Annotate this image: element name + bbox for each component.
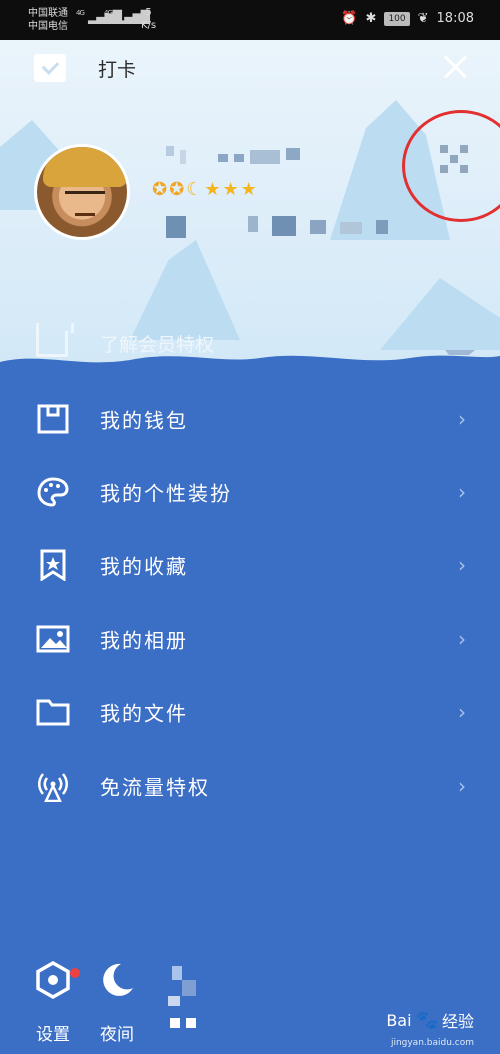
menu-item-favorites[interactable]: 我的收藏 › — [0, 529, 500, 602]
chevron-right-icon: › — [458, 553, 466, 578]
avatar-eyes — [65, 191, 105, 197]
pixel-block — [172, 966, 182, 980]
menu-label: 我的文件 — [100, 701, 188, 726]
menu-item-files[interactable]: 我的文件 › — [0, 676, 500, 749]
wallet-icon — [37, 404, 69, 434]
leaf-icon: ❦ — [417, 11, 429, 26]
iceberg-shape — [130, 240, 240, 340]
pixel-block — [186, 1018, 196, 1028]
avatar-mouth — [75, 213, 95, 216]
status-right: ⏰ ✱ 100 ❦ 18:08 — [341, 11, 474, 26]
crown-badge-icon: ✪ — [169, 179, 185, 200]
carrier-labels: 中国联通 中国电信 — [28, 7, 68, 33]
punch-in-button[interactable]: 打卡 — [34, 54, 136, 82]
carrier-2: 中国电信 — [28, 21, 68, 32]
pixel-block — [376, 220, 388, 234]
chevron-right-icon: › — [458, 626, 466, 651]
night-mode-label: 夜间 — [100, 1025, 134, 1045]
pixel-block — [272, 216, 296, 236]
settings-button[interactable]: 设置 — [28, 960, 80, 1045]
chevron-right-icon: › — [458, 700, 466, 725]
pixel-block — [310, 220, 326, 234]
crown-badge-icon: ✪ — [152, 179, 168, 200]
watermark-text: Bai — [386, 1010, 412, 1030]
menu-label: 我的钱包 — [100, 408, 188, 433]
menu-item-free-data[interactable]: 免流量特权 › — [0, 749, 500, 822]
speed-value: 5 — [145, 7, 152, 18]
bluetooth-icon: ✱ — [365, 11, 377, 26]
pixel-block — [248, 216, 258, 232]
photo-icon — [36, 625, 70, 653]
star-badge-icon: ★ — [240, 179, 257, 200]
profile-header: 打卡 ✪ ✪ ☾ ★ ★ ★ 了解会员特权 — [0, 40, 500, 370]
pixel-block — [180, 150, 186, 164]
network-speed: 5 K/s — [141, 6, 156, 32]
menu-label: 我的个性装扮 — [100, 481, 232, 506]
bookmark-star-icon — [40, 549, 66, 582]
battery-indicator: 100 — [384, 11, 410, 26]
watermark-text-2: 经验 — [441, 1012, 474, 1031]
pixel-block — [250, 150, 280, 164]
close-icon[interactable] — [442, 54, 468, 80]
pixel-block — [234, 154, 244, 162]
star-badge-icon: ★ — [222, 179, 239, 200]
level-badges[interactable]: ✪ ✪ ☾ ★ ★ ★ — [152, 180, 257, 200]
menu-item-personalization[interactable]: 我的个性装扮 › — [0, 455, 500, 528]
chevron-right-icon: › — [458, 480, 466, 505]
carrier-1: 中国联通 — [28, 8, 68, 19]
baidu-watermark: Bai 🐾 经验 jingyan.baidu.com — [386, 1008, 474, 1049]
avatar[interactable] — [34, 144, 130, 240]
menu-label: 免流量特权 — [100, 775, 210, 800]
pixel-block — [166, 146, 174, 156]
wave-divider — [0, 350, 500, 380]
night-mode-button[interactable]: 夜间 — [92, 960, 142, 1045]
pixel-block — [218, 154, 228, 162]
signal-tower-icon — [38, 772, 68, 802]
folder-icon — [36, 699, 70, 726]
settings-hex-icon — [36, 960, 70, 1000]
pixel-block — [340, 222, 362, 234]
network-type-2: 4G — [104, 9, 113, 17]
pixel-block — [168, 996, 180, 1006]
clock: 18:08 — [436, 11, 474, 26]
menu-label: 我的收藏 — [100, 554, 188, 579]
settings-label: 设置 — [36, 1025, 70, 1045]
paw-icon: 🐾 — [415, 1009, 438, 1031]
network-type-1: 4G — [76, 9, 85, 17]
chevron-right-icon: › — [458, 773, 466, 798]
nickname-pixelated[interactable] — [166, 144, 300, 164]
signature-pixelated[interactable] — [166, 216, 388, 238]
bottom-bar: 设置 夜间 Bai 🐾 经验 jingyan.baidu.com — [0, 950, 500, 1054]
punch-in-label: 打卡 — [98, 58, 137, 81]
avatar-hair — [43, 147, 127, 187]
side-menu: 我的钱包 › 我的个性装扮 › 我的收藏 › 我的相册 › 我的文件 › 免流量… — [0, 382, 500, 822]
menu-item-wallet[interactable]: 我的钱包 › — [0, 382, 500, 455]
palette-icon — [37, 477, 69, 507]
calendar-check-icon — [34, 54, 66, 82]
notification-dot — [70, 968, 80, 978]
star-badge-icon: ★ — [204, 179, 221, 200]
moon-icon — [103, 963, 133, 996]
pixel-block — [182, 980, 196, 996]
pixel-block — [286, 148, 300, 160]
chevron-right-icon: › — [458, 406, 466, 431]
menu-item-album[interactable]: 我的相册 › — [0, 602, 500, 675]
pixel-block — [170, 1018, 180, 1028]
iceberg-shape — [380, 278, 500, 350]
alarm-icon: ⏰ — [341, 11, 358, 26]
menu-label: 我的相册 — [100, 628, 188, 653]
moon-badge-icon: ☾ — [186, 179, 203, 200]
pixel-block — [166, 216, 186, 238]
watermark-url: jingyan.baidu.com — [390, 1038, 474, 1048]
pixelated-weather[interactable] — [168, 966, 198, 1030]
status-bar: 中国联通 中国电信 4G ▂▄▆█ 4G ▂▄▆█ 5 K/s ⏰ ✱ 100 … — [0, 0, 500, 40]
speed-unit: K/s — [141, 20, 157, 31]
